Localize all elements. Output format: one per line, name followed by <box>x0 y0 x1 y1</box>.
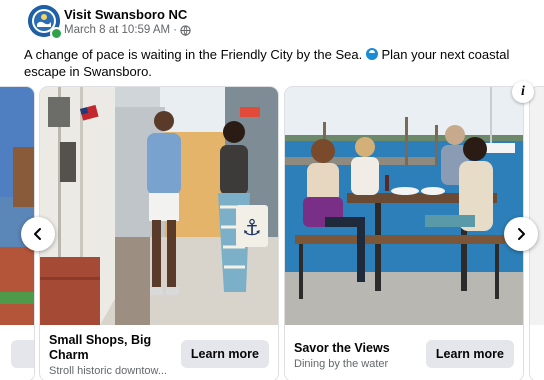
svg-text:⚓: ⚓ <box>242 216 262 241</box>
shops-card-footer: Small Shops, Big Charm Stroll historic d… <box>40 325 278 380</box>
info-icon[interactable]: i <box>512 81 534 103</box>
post-caption: A change of pace is waiting in the Frien… <box>24 46 536 80</box>
meta-separator: · <box>173 24 177 36</box>
ad-carousel: ⚓ Small Shops, Big Charm Stroll historic… <box>0 86 544 380</box>
views-card-photo <box>285 87 523 325</box>
carousel-next-button[interactable] <box>504 217 538 251</box>
post-meta: March 8 at 10:59 AM · <box>64 24 191 36</box>
card-subtitle: Stroll historic downtow... <box>49 365 167 377</box>
caption-text-1: A change of pace is waiting in the Frien… <box>24 47 363 62</box>
chevron-left-icon <box>34 228 41 240</box>
post-header: Visit Swansboro NC March 8 at 10:59 AM · <box>22 5 522 40</box>
views-card-footer: Savor the Views Dining by the water Lear… <box>285 325 523 380</box>
online-status-dot <box>50 27 63 40</box>
learn-more-button[interactable]: Learn more <box>425 340 514 368</box>
post-timestamp[interactable]: March 8 at 10:59 AM <box>64 24 170 36</box>
previous-card-photo <box>0 87 34 325</box>
globe-icon <box>180 24 191 36</box>
shops-card-photo: ⚓ <box>40 87 278 325</box>
page-name-link[interactable]: Visit Swansboro NC <box>64 7 187 22</box>
carousel-card-shops[interactable]: ⚓ Small Shops, Big Charm Stroll historic… <box>39 86 279 380</box>
chevron-right-icon <box>518 228 525 240</box>
learn-more-button[interactable]: Learn more <box>180 340 269 368</box>
carousel-prev-button[interactable] <box>21 217 55 251</box>
card-title[interactable]: Savor the Views <box>294 341 419 356</box>
carousel-card-views[interactable]: Savor the Views Dining by the water Lear… <box>284 86 524 380</box>
card-title[interactable]: Small Shops, Big Charm <box>49 333 174 363</box>
card-subtitle: Dining by the water <box>294 358 389 370</box>
wave-emoji-icon <box>365 48 378 60</box>
previous-card-button[interactable] <box>11 340 34 368</box>
